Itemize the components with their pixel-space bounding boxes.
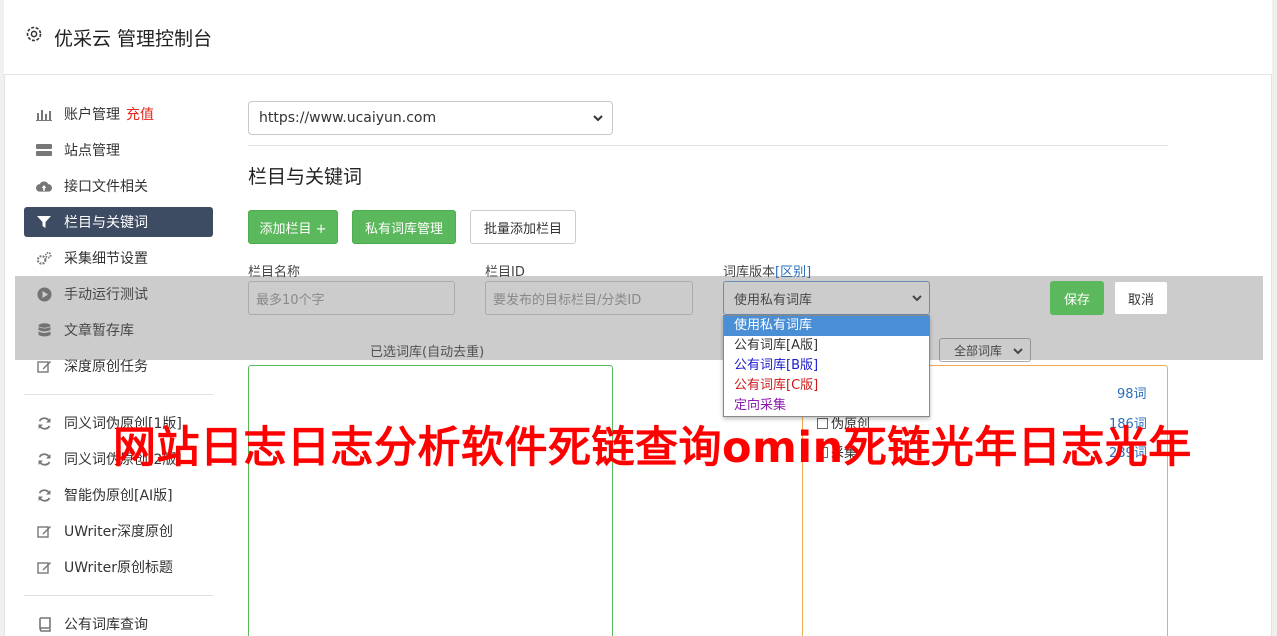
sidebar-divider <box>24 595 213 596</box>
sidebar-item-label: 栏目与关键词 <box>64 215 148 231</box>
sidebar-item-label: 采集细节设置 <box>64 251 148 267</box>
sidebar-item-label: UWriter原创标题 <box>64 560 173 576</box>
sidebar-item-label: UWriter深度原创 <box>64 524 173 540</box>
sidebar-item-sites[interactable]: 站点管理 <box>24 135 213 165</box>
sidebar-item-account[interactable]: 账户管理 充值 <box>24 99 213 129</box>
edit-icon <box>36 559 52 575</box>
app-header: 优采云 管理控制台 <box>4 0 1272 75</box>
sidebar-item-label: 账户管理 <box>64 107 120 123</box>
cloud-upload-icon <box>36 178 52 194</box>
filter-icon <box>36 214 52 230</box>
sidebar-item-ai-rewrite[interactable]: 智能伪原创[AI版] <box>24 480 213 510</box>
server-icon <box>36 142 52 158</box>
sidebar-divider <box>24 394 213 395</box>
refresh-icon <box>36 415 52 431</box>
bar-chart-icon <box>36 106 52 122</box>
sidebar-item-uwriter-title[interactable]: UWriter原创标题 <box>24 552 213 582</box>
dropdown-option[interactable]: 公有词库[C版] <box>724 376 929 396</box>
site-select[interactable]: https://www.ucaiyun.com <box>248 101 613 135</box>
batch-add-button[interactable]: 批量添加栏目 <box>470 210 576 244</box>
dropdown-option[interactable]: 公有词库[A版] <box>724 336 929 356</box>
private-library-button[interactable]: 私有词库管理 <box>352 210 456 244</box>
sidebar-item-label: 智能伪原创[AI版] <box>64 488 173 504</box>
sidebar-item-collect-settings[interactable]: 采集细节设置 <box>24 243 213 273</box>
app-title: 优采云 管理控制台 <box>54 28 213 50</box>
sidebar-item-label: 公有词库查询 <box>64 617 148 633</box>
sidebar-item-uwriter-deep[interactable]: UWriter深度原创 <box>24 516 213 546</box>
dropdown-option[interactable]: 公有词库[B版] <box>724 356 929 376</box>
recharge-link[interactable]: 充值 <box>126 104 154 124</box>
library-count: 98词 <box>1117 387 1147 402</box>
cancel-button[interactable]: 取消 <box>1114 281 1168 315</box>
chevron-down-icon <box>593 115 603 122</box>
library-version-dropdown: 使用私有词库 公有词库[A版] 公有词库[B版] 公有词库[C版] 定向采集 <box>723 315 930 417</box>
edit-icon <box>36 358 52 374</box>
gear-icon <box>26 26 42 42</box>
book-icon <box>36 616 52 632</box>
site-select-value: https://www.ucaiyun.com <box>259 110 437 126</box>
refresh-icon <box>36 451 52 467</box>
add-column-button[interactable]: 添加栏目 + <box>248 210 338 244</box>
sidebar-item-public-lib[interactable]: 公有词库查询 <box>24 609 213 636</box>
refresh-icon <box>36 487 52 503</box>
cogs-icon <box>36 250 52 266</box>
watermark-text: 网站日志日志分析软件死链查询omin死链光年日志光年 <box>113 423 1192 473</box>
selected-libraries-box[interactable] <box>248 365 613 636</box>
dropdown-option[interactable]: 使用私有词库 <box>724 316 929 336</box>
section-title: 栏目与关键词 <box>248 166 363 188</box>
divider <box>248 145 1168 146</box>
sidebar-item-columns-keywords[interactable]: 栏目与关键词 <box>24 207 213 237</box>
edit-icon <box>36 523 52 539</box>
sidebar-item-interface-files[interactable]: 接口文件相关 <box>24 171 213 201</box>
sidebar-item-label: 接口文件相关 <box>64 179 148 195</box>
sidebar-item-label: 站点管理 <box>64 143 120 159</box>
save-button[interactable]: 保存 <box>1050 281 1104 315</box>
